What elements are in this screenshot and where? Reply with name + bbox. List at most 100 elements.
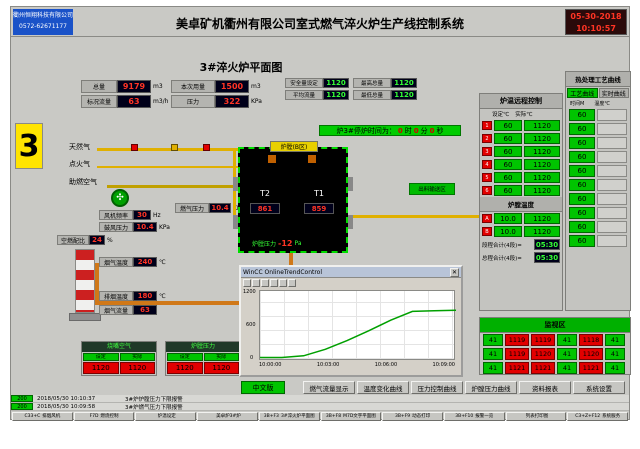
segment-temp-value[interactable]	[597, 151, 627, 163]
segment-temp-value[interactable]	[597, 137, 627, 149]
zone-set-value[interactable]: 60	[494, 120, 522, 131]
flue-temp-value: 240	[133, 257, 157, 267]
segment-temp-value[interactable]	[597, 179, 627, 191]
chamber-temp-rows: A 10.0 1120 B 10.0 1120	[480, 212, 562, 238]
screen-nav-button[interactable]: 系统设置	[573, 381, 625, 394]
screen-nav-button[interactable]: 温度变化曲线	[357, 381, 409, 394]
ratio-label: 空燃配比	[57, 235, 89, 245]
chamber-alarm-cell[interactable]: A	[482, 214, 492, 223]
segment-temp-value[interactable]	[597, 193, 627, 205]
screen-nav-button[interactable]: 资料报表	[519, 381, 571, 394]
trend-plot-area[interactable]	[259, 290, 455, 360]
trend-toolbar-icon[interactable]	[270, 279, 278, 287]
zone-alarm-cell[interactable]: 1	[482, 121, 492, 130]
stop-hour-value: 0	[398, 127, 403, 135]
limit-label: 安全量设定	[285, 78, 323, 88]
alarm-row[interactable]: 200 2018/05/30 10:10:37 3#炉炉膛压力下限报警	[11, 395, 629, 403]
screen-taskbar: C33+C 排烟风机 F7D 燃烧控制 炉温设定 美卓炉3#炉 3B+F3 3#…	[11, 411, 629, 421]
taskbar-button[interactable]: C33+C 排烟风机	[12, 412, 73, 421]
trend-toolbar-icon[interactable]	[243, 279, 251, 287]
zone-set-value[interactable]: 60	[494, 185, 522, 196]
segment-temp-value[interactable]	[597, 235, 627, 247]
trend-toolbar-icon[interactable]	[252, 279, 260, 287]
segment-time-value[interactable]: 60	[569, 109, 595, 121]
flow-label: 标况流量	[81, 95, 117, 108]
tab-process-curve[interactable]: 工艺曲线	[567, 88, 598, 98]
segment-time-value[interactable]: 60	[569, 221, 595, 233]
taskbar-label: 3#淬火炉平面图	[281, 413, 315, 419]
monitor-cell: 1120	[531, 348, 555, 360]
flue-temp-readout: 烟气温度 240 ℃	[99, 257, 166, 267]
gas-valve-icon[interactable]	[171, 144, 178, 151]
taskbar-button[interactable]: 3B+F3 3#淬火炉平面图	[259, 412, 320, 421]
taskbar-button[interactable]: 3B+F8 M7D文字平面图	[321, 412, 382, 421]
alarm-row[interactable]: 200 2018/05/30 10:09:58 3#炉燃气压力下限报警	[11, 403, 629, 411]
y-axis-max: 1200	[243, 289, 256, 295]
chamber-value-2: 1120	[524, 226, 560, 237]
zone-alarm-cell[interactable]: 5	[482, 173, 492, 182]
remote-control-panel: 炉温远程控制 设定℃ 实际℃ 1 60 1120 2 60 1120	[479, 93, 563, 311]
total-value: 9179	[117, 80, 151, 93]
segment-time-value[interactable]: 60	[569, 165, 595, 177]
taskbar-button[interactable]: 美卓炉3#炉	[197, 412, 258, 421]
blower-fan-icon[interactable]: ✣	[111, 189, 129, 207]
segment-time-value[interactable]: 60	[569, 151, 595, 163]
screen-nav-button[interactable]: 压力控制曲线	[411, 381, 463, 394]
trend-titlebar[interactable]: WinCC OnlineTrendControl ✕	[241, 267, 461, 278]
segment-time-value[interactable]: 60	[569, 137, 595, 149]
segment-time-value[interactable]: 60	[569, 207, 595, 219]
taskbar-button[interactable]: 3B+F10 报警一览	[444, 412, 505, 421]
taskbar-button[interactable]: 炉温设定	[135, 412, 196, 421]
chamber-temp-row: A 10.0 1120	[480, 212, 562, 225]
segment-temp-value[interactable]	[597, 165, 627, 177]
chamber-alarm-cell[interactable]: B	[482, 227, 492, 236]
zone-alarm-cell[interactable]: 4	[482, 160, 492, 169]
language-button[interactable]: 中文版	[241, 381, 285, 394]
monitor-cell: 1121	[531, 362, 555, 374]
remote-zone-row: 6 60 1120	[480, 184, 562, 197]
taskbar-button[interactable]: 列表打印图	[506, 412, 567, 421]
alarm-text: 3#炉燃气压力下限报警	[125, 403, 183, 411]
blast-value: 10.4	[133, 222, 157, 232]
zone-alarm-cell[interactable]: 2	[482, 134, 492, 143]
gas-valve-icon[interactable]	[131, 144, 138, 151]
taskbar-button[interactable]: 3B+F9 动态打印	[382, 412, 443, 421]
segment-temp-value[interactable]	[597, 123, 627, 135]
zone-set-value[interactable]: 60	[494, 172, 522, 183]
segment-temp-value[interactable]	[597, 221, 627, 233]
trend-toolbar-icon[interactable]	[261, 279, 269, 287]
segment-temp-value[interactable]	[597, 207, 627, 219]
zone-set-value[interactable]: 60	[494, 159, 522, 170]
monitor-cell: 41	[483, 348, 503, 360]
tab-realtime-curve[interactable]: 实时曲线	[599, 88, 630, 98]
taskbar-key: C33+C	[24, 414, 40, 419]
air-fuel-ratio-readout: 空燃配比 24 %	[57, 235, 113, 245]
trend-toolbar-icon[interactable]	[288, 279, 296, 287]
close-icon[interactable]: ✕	[450, 268, 459, 277]
segment-time-value[interactable]: 60	[569, 235, 595, 247]
segment-temp-value[interactable]	[597, 109, 627, 121]
segment-total-value: 05:30	[534, 239, 560, 250]
monitor-cell: 1120	[579, 348, 603, 360]
gas-valve-icon[interactable]	[203, 144, 210, 151]
monitor-cell: 1119	[505, 348, 529, 360]
process-segment-row: 60	[566, 234, 630, 248]
zone-set-value[interactable]: 60	[494, 133, 522, 144]
segment-time-value[interactable]: 60	[569, 123, 595, 135]
overall-total-value: 05:30	[534, 252, 560, 263]
zone-set-value[interactable]: 60	[494, 146, 522, 157]
burner-port	[348, 215, 353, 229]
thermocouple-t2-value: 861	[250, 203, 280, 214]
screen-nav-button[interactable]: 炉膛压力曲线	[465, 381, 517, 394]
zone-alarm-cell[interactable]: 6	[482, 186, 492, 195]
x-tick: 10:00:00	[259, 362, 281, 368]
stop-sec-value: 0	[430, 127, 435, 135]
screen-nav-button[interactable]: 燃气流量显示	[303, 381, 355, 394]
zone-alarm-cell[interactable]: 3	[482, 147, 492, 156]
taskbar-button[interactable]: F7D 燃烧控制	[74, 412, 135, 421]
taskbar-button[interactable]: C3+Z+F12 系统服务	[567, 412, 628, 421]
limit-pair: 最低总量 1120	[353, 89, 421, 101]
trend-toolbar-icon[interactable]	[279, 279, 287, 287]
segment-time-value[interactable]: 60	[569, 193, 595, 205]
segment-time-value[interactable]: 60	[569, 179, 595, 191]
